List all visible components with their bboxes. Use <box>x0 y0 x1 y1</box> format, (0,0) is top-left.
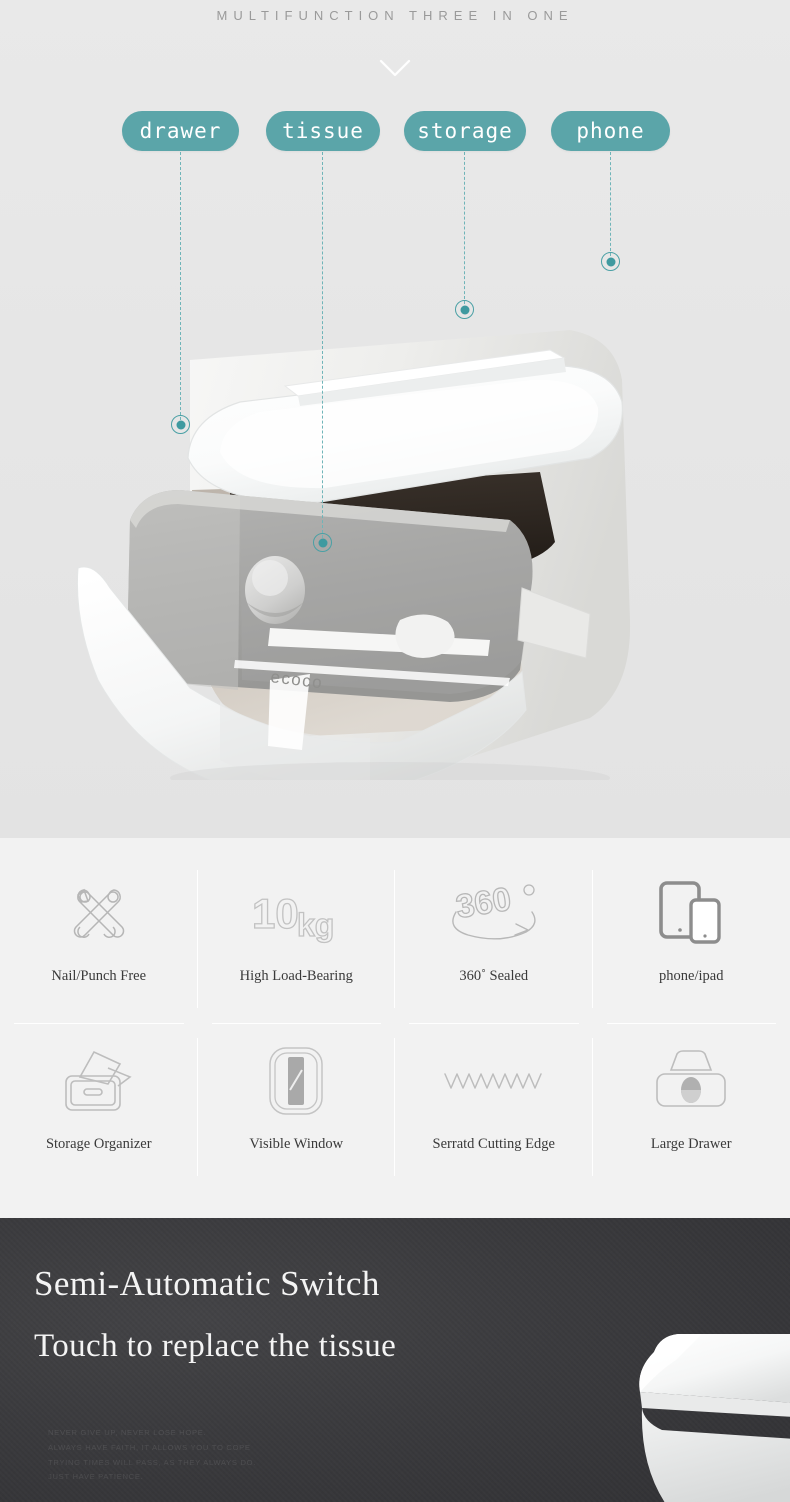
feature-cell-phone-ipad: phone/ipad <box>593 856 790 1024</box>
page-title: MULTIFUNCTION THREE IN ONE <box>216 8 574 23</box>
tools-screwdriver-wrench-icon <box>63 874 135 952</box>
quote-line: TRYING TIMES WILL PASS, AS THEY ALWAYS D… <box>48 1457 257 1467</box>
feature-label: Large Drawer <box>650 1136 732 1152</box>
large-drawer-icon <box>649 1042 733 1120</box>
feature-grid-section: Nail/Punch Free 10 kg High Load-Bearing <box>0 838 790 1218</box>
callout-dot-tissue <box>313 533 332 552</box>
feature-label: Visible Window <box>249 1136 344 1152</box>
feature-cell-large-drawer: Large Drawer <box>593 1024 790 1192</box>
callout-line-phone <box>610 152 611 256</box>
feature-label: Serratd Cutting Edge <box>432 1136 555 1152</box>
callout-dot-storage <box>455 300 474 319</box>
callout-pill-tissue[interactable]: tissue <box>266 111 380 151</box>
callout-dot-drawer <box>171 415 190 434</box>
feature-label: Nail/Punch Free <box>51 968 147 984</box>
callout-pill-phone[interactable]: phone <box>551 111 670 151</box>
background-quote-text: NEVER GIVE UP, NEVER LOSE HOPE. ALWAYS H… <box>48 1426 256 1485</box>
tablet-and-phone-icon <box>655 874 727 952</box>
callout-line-drawer <box>180 152 181 420</box>
product-landing-page: MULTIFUNCTION THREE IN ONE ecoco drawer … <box>0 0 790 1502</box>
callout-dot-phone <box>601 252 620 271</box>
callout-pill-storage[interactable]: storage <box>404 111 526 151</box>
360-degree-rotation-icon: 360 <box>444 874 544 952</box>
svg-text:360: 360 <box>453 880 513 925</box>
quote-line: JUST HAVE PATIENCE. <box>48 1472 144 1482</box>
feature-label: 360˚ Sealed <box>459 968 529 984</box>
feature-grid: Nail/Punch Free 10 kg High Load-Bearing <box>0 856 790 1192</box>
feature-label: High Load-Bearing <box>239 968 353 984</box>
10kg-weight-icon: 10 kg <box>248 874 344 952</box>
banner-heading-line1: Semi-Automatic Switch <box>34 1264 380 1303</box>
callout-line-tissue <box>322 152 323 538</box>
quote-line: NEVER GIVE UP, NEVER LOSE HOPE. <box>48 1428 207 1437</box>
feature-label: Storage Organizer <box>45 1136 152 1152</box>
product-image-tissue-box-holder: ecoco <box>76 330 631 780</box>
feature-cell-serrated-cutting-edge: Serratd Cutting Edge <box>395 1024 593 1192</box>
chevron-down-icon <box>379 59 411 77</box>
toilet-tank-image <box>639 1334 790 1502</box>
visible-window-icon <box>264 1042 328 1120</box>
callout-pill-drawer[interactable]: drawer <box>122 111 239 151</box>
feature-cell-nail-punch-free: Nail/Punch Free <box>0 856 198 1024</box>
feature-cell-storage-organizer: Storage Organizer <box>0 1024 198 1192</box>
svg-text:10: 10 <box>252 890 299 937</box>
hero-section: MULTIFUNCTION THREE IN ONE ecoco drawer … <box>0 0 790 838</box>
svg-text:kg: kg <box>297 907 334 943</box>
zigzag-serrated-edge-icon <box>443 1042 545 1120</box>
feature-cell-high-load-bearing: 10 kg High Load-Bearing <box>198 856 395 1024</box>
feature-cell-visible-window: Visible Window <box>198 1024 395 1192</box>
feature-label: phone/ipad <box>659 968 724 984</box>
promo-banner-section: Semi-Automatic Switch Touch to replace t… <box>0 1218 790 1502</box>
quote-line: ALWAYS HAVE FAITH, IT ALLOWS YOU TO COPE <box>48 1442 251 1452</box>
banner-heading-line2: Touch to replace the tissue <box>34 1328 397 1364</box>
feature-cell-360-sealed: 360 360˚ Sealed <box>395 856 593 1024</box>
storage-box-icon <box>58 1042 140 1120</box>
callout-line-storage <box>464 152 465 304</box>
